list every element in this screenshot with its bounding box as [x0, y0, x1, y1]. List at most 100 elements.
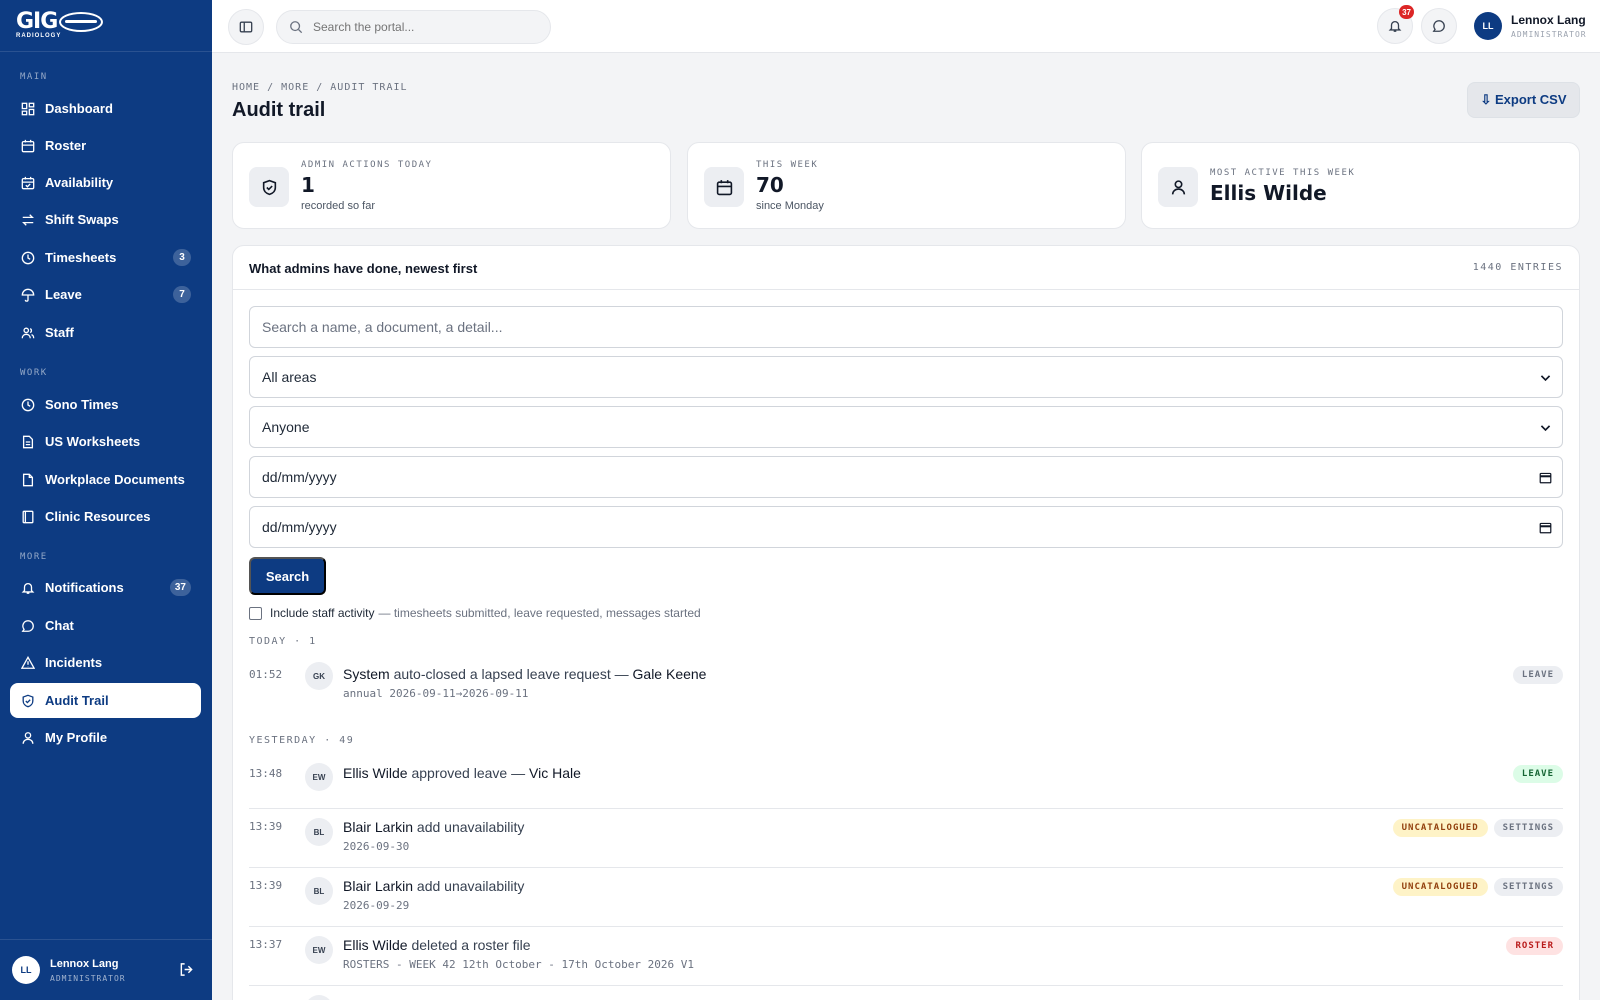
notification-count-badge: 37: [1399, 5, 1414, 19]
document-icon: [22, 435, 34, 448]
sidebar-item-audit-trail[interactable]: Audit Trail: [10, 683, 201, 718]
entry-tags: UNCATALOGUED SETTINGS: [1387, 819, 1563, 837]
sidebar-item-sono-times[interactable]: Sono Times: [10, 387, 201, 422]
audit-search-input[interactable]: Search a name, a document, a detail...: [249, 306, 1563, 348]
sidebar-item-leave[interactable]: Leave 7: [10, 277, 201, 312]
stat-value: Ellis Wilde: [1210, 181, 1327, 205]
leave-badge: 7: [173, 286, 191, 303]
sidebar-item-label: Timesheets: [45, 250, 117, 265]
include-staff-activity-checkbox[interactable]: [249, 606, 262, 620]
calendar-icon[interactable]: [1539, 471, 1552, 484]
audit-entry[interactable]: [249, 985, 1563, 1000]
entry-text: System auto-closed a lapsed leave reques…: [343, 666, 706, 682]
sidebar-item-label: Roster: [45, 138, 87, 153]
sidebar-item-label: Sono Times: [45, 397, 119, 412]
stat-label: THIS WEEK: [756, 160, 819, 170]
entry-actor: Blair Larkin: [343, 878, 414, 894]
logo-subtext: RADIOLOGY: [16, 33, 62, 39]
entry-actor: Blair Larkin: [343, 819, 414, 835]
date-to-value: dd/mm/yyyy: [262, 519, 337, 535]
notifications-button[interactable]: 37: [1377, 5, 1414, 44]
entry-action: approved leave —: [411, 765, 526, 781]
nav-section-main: MAIN: [20, 72, 48, 82]
sidebar-user: LL Lennox Lang ADMINISTRATOR: [0, 939, 212, 1000]
sidebar-item-label: My Profile: [45, 730, 108, 745]
sidebar-item-dashboard[interactable]: Dashboard: [10, 91, 201, 126]
portal-search[interactable]: [276, 10, 551, 44]
sidebar-item-shift-swaps[interactable]: Shift Swaps: [10, 202, 201, 237]
sidebar-item-label: Shift Swaps: [45, 212, 119, 227]
sidebar-item-workplace-documents[interactable]: Workplace Documents: [10, 462, 201, 497]
breadcrumb[interactable]: HOME / MORE / AUDIT TRAIL: [232, 82, 408, 93]
calendar-icon[interactable]: [1539, 521, 1552, 534]
date-from-input[interactable]: dd/mm/yyyy: [249, 456, 1563, 498]
tag-uncatalogued: UNCATALOGUED: [1392, 819, 1488, 837]
entry-actor: System: [343, 666, 390, 682]
umbrella-icon: [21, 288, 35, 302]
chevron-down-icon: [1540, 375, 1551, 382]
tag-roster: ROSTER: [1506, 937, 1563, 955]
audit-entry[interactable]: 13:39 BL Blair Larkin add unavailability…: [249, 808, 1563, 867]
sidebar-item-roster[interactable]: Roster: [10, 128, 201, 163]
audit-entry[interactable]: 13:39 BL Blair Larkin add unavailability…: [249, 867, 1563, 926]
checkbox-label: Include staff activity: [270, 606, 375, 620]
sidebar-item-label: Incidents: [45, 655, 103, 670]
user-menu[interactable]: LL Lennox Lang ADMINISTRATOR: [1474, 12, 1587, 40]
nav-section-more: MORE: [20, 552, 48, 562]
dashboard-icon: [21, 102, 35, 115]
avatar[interactable]: LL: [12, 956, 40, 984]
group-label-yesterday: YESTERDAY · 49: [249, 735, 355, 746]
sidebar-item-my-profile[interactable]: My Profile: [10, 720, 201, 755]
entry-actor: Ellis Wilde: [343, 765, 408, 781]
sidebar-item-label: Dashboard: [45, 101, 113, 116]
avatar: [305, 995, 333, 1000]
folder-icon: [22, 473, 34, 486]
logout-icon[interactable]: [179, 962, 194, 977]
logo-text: GIG: [16, 9, 58, 34]
stat-card-most-active: MOST ACTIVE THIS WEEK Ellis Wilde: [1141, 142, 1580, 229]
sidebar-item-incidents[interactable]: Incidents: [10, 645, 201, 680]
sidebar-item-label: Notifications: [45, 580, 124, 595]
clock-icon: [21, 398, 35, 411]
export-csv-button[interactable]: ⇩ Export CSV: [1467, 82, 1580, 118]
search-button[interactable]: Search: [249, 557, 326, 595]
sidebar-item-label: Leave: [45, 287, 82, 302]
avatar: LL: [1474, 12, 1502, 40]
avatar: EW: [305, 936, 333, 964]
logo-mark-icon: [59, 12, 104, 32]
sidebar-item-notifications[interactable]: Notifications 37: [10, 570, 201, 605]
entry-action: add unavailability: [416, 819, 525, 835]
chat-button[interactable]: [1421, 8, 1457, 44]
tag-settings: SETTINGS: [1493, 819, 1563, 837]
chevron-down-icon: [1540, 425, 1551, 432]
audit-entry[interactable]: 13:48 EW Ellis Wilde approved leave — Vi…: [249, 757, 1563, 804]
calendar-icon: [21, 139, 35, 152]
sidebar-item-chat[interactable]: Chat: [10, 608, 201, 643]
search-icon: [290, 21, 303, 34]
audit-entry[interactable]: 01:52 GK System auto-closed a lapsed lea…: [249, 658, 1563, 708]
stat-label: MOST ACTIVE THIS WEEK: [1210, 168, 1356, 178]
entry-text: Blair Larkin add unavailability: [343, 819, 524, 835]
sidebar-item-label: US Worksheets: [45, 434, 141, 449]
person-select-value: Anyone: [262, 419, 310, 435]
audit-entry[interactable]: 13:37 EW Ellis Wilde deleted a roster fi…: [249, 926, 1563, 985]
include-staff-activity[interactable]: Include staff activity — timesheets subm…: [249, 606, 701, 620]
sidebar-item-us-worksheets[interactable]: US Worksheets: [10, 424, 201, 459]
user-role: ADMINISTRATOR: [1511, 30, 1587, 39]
sidebar-item-clinic-resources[interactable]: Clinic Resources: [10, 499, 201, 534]
entry-action: deleted a roster file: [411, 937, 531, 953]
area-select[interactable]: All areas: [249, 356, 1563, 398]
portal-search-input[interactable]: [313, 20, 533, 34]
panel-title: What admins have done, newest first: [249, 261, 478, 276]
sidebar-toggle-button[interactable]: [228, 9, 264, 45]
nav-section-work: WORK: [20, 368, 48, 378]
entry-tags: LEAVE: [1507, 666, 1563, 684]
person-select[interactable]: Anyone: [249, 406, 1563, 448]
sidebar-item-availability[interactable]: Availability: [10, 165, 201, 200]
brand-logo[interactable]: GIG RADIOLOGY: [0, 0, 212, 52]
sidebar-item-timesheets[interactable]: Timesheets 3: [10, 240, 201, 275]
sidebar-item-staff[interactable]: Staff: [10, 315, 201, 350]
swap-icon: [22, 213, 34, 226]
date-to-input[interactable]: dd/mm/yyyy: [249, 506, 1563, 548]
user-icon: [22, 731, 34, 744]
